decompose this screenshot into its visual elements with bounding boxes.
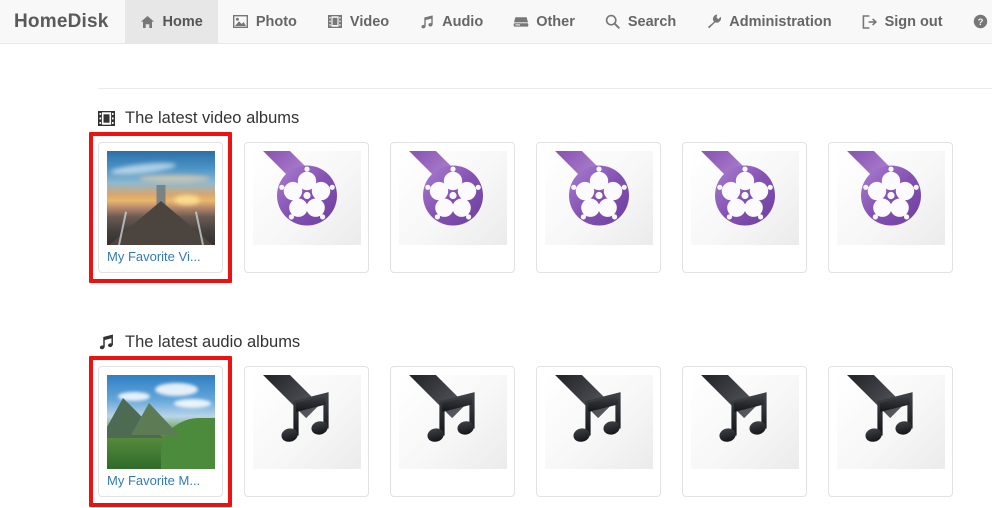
album-card[interactable]: My Favorite M...: [98, 366, 223, 497]
section-title-video: The latest video albums: [125, 108, 300, 127]
hard-drive-icon: [513, 14, 529, 30]
album-thumbnail: [107, 151, 215, 245]
nav-item-other[interactable]: Other: [498, 0, 590, 43]
audio-placeholder-icon: [253, 375, 361, 469]
question-circle-icon: ?: [973, 14, 989, 30]
album-card[interactable]: [828, 366, 953, 497]
sign-out-icon: [862, 14, 878, 30]
top-navbar: HomeDisk Home Photo Video Audio Other Search A…: [0, 0, 992, 44]
beamed-note-icon: [568, 389, 630, 456]
music-note-icon: [98, 334, 115, 351]
film-icon: [327, 14, 343, 30]
album-thumbnail: [545, 151, 653, 245]
nav-item-photo[interactable]: Photo: [218, 0, 312, 43]
album-thumbnail: [399, 375, 507, 469]
section-audio-albums: The latest audio albums My Favorite M...: [89, 330, 953, 507]
film-reel-icon: [420, 163, 486, 234]
audio-album-row: My Favorite M...: [89, 356, 953, 507]
film-reel-icon: [566, 163, 632, 234]
album-thumbnail: [837, 375, 945, 469]
album-title-link[interactable]: My Favorite Vi...: [107, 249, 217, 264]
photo-icon: [233, 14, 249, 30]
album-card[interactable]: [536, 142, 661, 273]
nav-item-help[interactable]: ?Help: [958, 0, 992, 43]
album-card[interactable]: [390, 142, 515, 273]
album-card[interactable]: [828, 142, 953, 273]
album-thumbnail: [253, 151, 361, 245]
nav-item-label: Other: [536, 13, 575, 30]
highlighted-album-wrapper: My Favorite Vi...: [89, 132, 232, 283]
album-card[interactable]: [682, 366, 807, 497]
nav-item-label: Sign out: [884, 13, 943, 30]
video-album-row: My Favorite Vi...: [89, 132, 953, 283]
nav-item-sign-out[interactable]: Sign out: [847, 0, 958, 43]
album-card[interactable]: [244, 366, 369, 497]
album-card[interactable]: My Favorite Vi...: [98, 142, 223, 273]
main-content: The latest video albums My Favorite Vi..…: [0, 44, 992, 508]
nav-item-administration[interactable]: Administration: [691, 0, 846, 43]
search-icon: [605, 14, 621, 30]
album-thumbnail: [107, 375, 215, 469]
video-placeholder-icon: [545, 151, 653, 245]
brand-label: HomeDisk: [14, 10, 109, 32]
video-placeholder-icon: [399, 151, 507, 245]
audio-placeholder-icon: [837, 375, 945, 469]
beamed-note-icon: [860, 389, 922, 456]
film-reel-icon: [858, 163, 924, 234]
section-header-video: The latest video albums: [98, 106, 953, 130]
content-divider: [98, 88, 992, 89]
nav-item-audio[interactable]: Audio: [404, 0, 498, 43]
film-reel-icon: [712, 163, 778, 234]
nav-item-label: Photo: [255, 13, 297, 30]
album-card[interactable]: [682, 142, 807, 273]
audio-placeholder-icon: [399, 375, 507, 469]
video-placeholder-icon: [837, 151, 945, 245]
nav-item-label: Video: [349, 13, 390, 30]
svg-text:?: ?: [978, 17, 984, 28]
nav-item-label: Audio: [442, 13, 484, 30]
album-thumbnail: [545, 375, 653, 469]
film-reel-icon: [274, 163, 340, 234]
album-card[interactable]: [536, 366, 661, 497]
album-thumbnail: [691, 375, 799, 469]
nav-item-label: Home: [162, 13, 203, 30]
section-header-audio: The latest audio albums: [98, 330, 953, 354]
album-title-link[interactable]: My Favorite M...: [107, 473, 217, 488]
music-note-icon: [419, 14, 435, 30]
highlighted-album-wrapper: My Favorite M...: [89, 356, 232, 507]
album-thumbnail: [399, 151, 507, 245]
audio-placeholder-icon: [691, 375, 799, 469]
brand-logo[interactable]: HomeDisk: [0, 0, 125, 43]
nav-item-label: Search: [627, 13, 677, 30]
wrench-icon: [706, 14, 722, 30]
album-thumbnail: [253, 375, 361, 469]
beamed-note-icon: [276, 389, 338, 456]
section-title-audio: The latest audio albums: [125, 332, 301, 351]
film-icon: [98, 110, 115, 127]
album-card[interactable]: [390, 366, 515, 497]
album-thumbnail: [691, 151, 799, 245]
pier-sunset-photo: [107, 151, 215, 245]
nav-item-home[interactable]: Home: [124, 0, 218, 43]
video-placeholder-icon: [691, 151, 799, 245]
nav-item-label: Administration: [729, 13, 832, 30]
beamed-note-icon: [714, 389, 776, 456]
audio-placeholder-icon: [545, 375, 653, 469]
nav-item-video[interactable]: Video: [312, 0, 404, 43]
beamed-note-icon: [422, 389, 484, 456]
home-icon: [140, 14, 156, 30]
video-placeholder-icon: [253, 151, 361, 245]
section-video-albums: The latest video albums My Favorite Vi..…: [89, 106, 953, 283]
album-thumbnail: [837, 151, 945, 245]
album-card[interactable]: [244, 142, 369, 273]
nav-item-search[interactable]: Search: [590, 0, 691, 43]
mountain-fjord-photo: [107, 375, 215, 469]
